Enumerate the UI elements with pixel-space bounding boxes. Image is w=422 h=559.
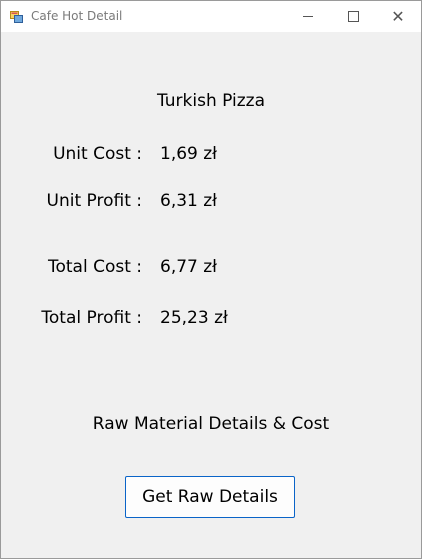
- minimize-icon: [303, 16, 313, 17]
- window-title: Cafe Hot Detail: [31, 9, 123, 23]
- maximize-button[interactable]: [330, 1, 376, 32]
- close-icon: ✕: [391, 7, 405, 26]
- minimize-button[interactable]: [285, 1, 331, 32]
- unit-cost-value: 1,69 zł: [160, 144, 218, 164]
- get-raw-details-button[interactable]: Get Raw Details: [125, 476, 295, 518]
- total-cost-value: 6,77 zł: [160, 257, 218, 277]
- window-app-icon: [10, 9, 24, 23]
- unit-cost-label: Unit Cost :: [53, 144, 142, 164]
- total-profit-label: Total Profit :: [41, 308, 142, 328]
- raw-material-heading: Raw Material Details & Cost: [92, 414, 330, 434]
- unit-profit-value: 6,31 zł: [160, 191, 218, 211]
- total-profit-value: 25,23 zł: [160, 308, 228, 328]
- total-cost-label: Total Cost :: [47, 257, 142, 277]
- app-window: Cafe Hot Detail ✕ Turkish Pizza Unit Cos…: [0, 0, 422, 559]
- close-button[interactable]: ✕: [375, 1, 421, 32]
- maximize-icon: [347, 11, 359, 22]
- unit-profit-label: Unit Profit :: [46, 191, 142, 211]
- title-bar[interactable]: Cafe Hot Detail ✕: [1, 1, 421, 32]
- product-name: Turkish Pizza: [156, 91, 266, 111]
